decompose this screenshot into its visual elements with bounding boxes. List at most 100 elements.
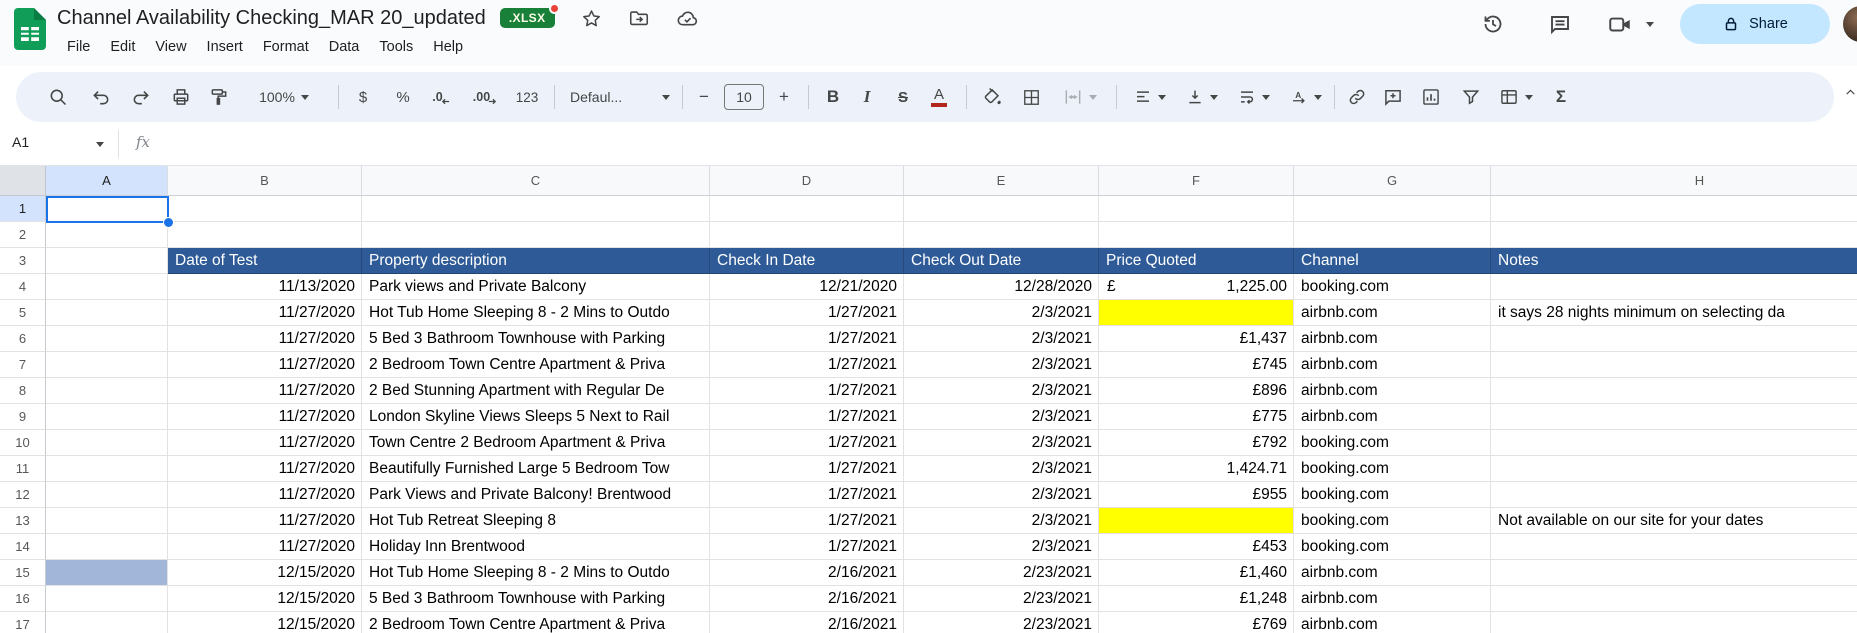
cell-F16[interactable]: £1,248 (1099, 586, 1294, 612)
cell-E15[interactable]: 2/23/2021 (904, 560, 1099, 586)
menu-format[interactable]: Format (253, 36, 319, 58)
row-header-8[interactable]: 8 (0, 378, 46, 404)
cell-E6[interactable]: 2/3/2021 (904, 326, 1099, 352)
cell-H16[interactable] (1491, 586, 1857, 612)
cell-C10[interactable]: Town Centre 2 Bedroom Apartment & Priva (362, 430, 710, 456)
cell-F5[interactable] (1099, 300, 1294, 326)
cell-B8[interactable]: 11/27/2020 (168, 378, 362, 404)
row-header-10[interactable]: 10 (0, 430, 46, 456)
cell-H8[interactable] (1491, 378, 1857, 404)
cell-A12[interactable] (46, 482, 168, 508)
format-percent-button[interactable]: % (388, 82, 418, 112)
cell-C1[interactable] (362, 196, 710, 222)
cell-F10[interactable]: £792 (1099, 430, 1294, 456)
cell-G13[interactable]: booking.com (1294, 508, 1491, 534)
cell-B16[interactable]: 12/15/2020 (168, 586, 362, 612)
column-header-B[interactable]: B (168, 166, 362, 196)
print-icon[interactable] (166, 82, 196, 112)
cell-G5[interactable]: airbnb.com (1294, 300, 1491, 326)
font-size-input[interactable]: 10 (722, 82, 766, 112)
cell-A17[interactable] (46, 612, 168, 633)
cell-F14[interactable]: £453 (1099, 534, 1294, 560)
share-button[interactable]: Share (1680, 4, 1830, 44)
cell-A8[interactable] (46, 378, 168, 404)
cell-H4[interactable] (1491, 274, 1857, 300)
sheets-logo-icon[interactable] (14, 8, 46, 50)
cell-D16[interactable]: 2/16/2021 (710, 586, 904, 612)
cell-E7[interactable]: 2/3/2021 (904, 352, 1099, 378)
cell-B14[interactable]: 11/27/2020 (168, 534, 362, 560)
name-box-caret-icon[interactable] (96, 142, 104, 147)
increase-font-size-button[interactable]: + (770, 82, 798, 112)
vertical-align-icon[interactable] (1178, 82, 1226, 112)
cell-C13[interactable]: Hot Tub Retreat Sleeping 8 (362, 508, 710, 534)
cell-G12[interactable]: booking.com (1294, 482, 1491, 508)
cell-A9[interactable] (46, 404, 168, 430)
menu-view[interactable]: View (145, 36, 196, 58)
cell-E3[interactable]: Check Out Date (904, 248, 1099, 274)
cell-G2[interactable] (1294, 222, 1491, 248)
search-icon[interactable] (43, 82, 73, 112)
cell-B3[interactable]: Date of Test (168, 248, 362, 274)
cell-G11[interactable]: booking.com (1294, 456, 1491, 482)
cell-E8[interactable]: 2/3/2021 (904, 378, 1099, 404)
cell-C9[interactable]: London Skyline Views Sleeps 5 Next to Ra… (362, 404, 710, 430)
menu-data[interactable]: Data (319, 36, 370, 58)
cell-D1[interactable] (710, 196, 904, 222)
cell-A5[interactable] (46, 300, 168, 326)
meet-dropdown-caret-icon[interactable] (1638, 4, 1662, 44)
row-header-3[interactable]: 3 (0, 248, 46, 274)
cell-F17[interactable]: £769 (1099, 612, 1294, 633)
row-header-12[interactable]: 12 (0, 482, 46, 508)
cell-E5[interactable]: 2/3/2021 (904, 300, 1099, 326)
cell-B2[interactable] (168, 222, 362, 248)
increase-decimal-button[interactable]: .00 (466, 82, 504, 112)
row-header-6[interactable]: 6 (0, 326, 46, 352)
cell-D8[interactable]: 1/27/2021 (710, 378, 904, 404)
cell-A2[interactable] (46, 222, 168, 248)
cell-D4[interactable]: 12/21/2020 (710, 274, 904, 300)
row-header-13[interactable]: 13 (0, 508, 46, 534)
cell-D2[interactable] (710, 222, 904, 248)
cell-B17[interactable]: 12/15/2020 (168, 612, 362, 633)
text-rotation-icon[interactable]: A (1282, 82, 1330, 112)
create-filter-icon[interactable] (1456, 82, 1486, 112)
cell-A11[interactable] (46, 456, 168, 482)
cell-F4[interactable]: £1,225.00 (1099, 274, 1294, 300)
cell-F6[interactable]: £1,437 (1099, 326, 1294, 352)
cell-F11[interactable]: 1,424.71 (1099, 456, 1294, 482)
cell-H14[interactable] (1491, 534, 1857, 560)
undo-icon[interactable] (86, 82, 116, 112)
cell-D17[interactable]: 2/16/2021 (710, 612, 904, 633)
row-header-11[interactable]: 11 (0, 456, 46, 482)
borders-icon[interactable] (1016, 82, 1046, 112)
cell-G7[interactable]: airbnb.com (1294, 352, 1491, 378)
cell-C17[interactable]: 2 Bedroom Town Centre Apartment & Priva (362, 612, 710, 633)
document-title[interactable]: Channel Availability Checking_MAR 20_upd… (57, 7, 486, 30)
cell-B4[interactable]: 11/13/2020 (168, 274, 362, 300)
menu-file[interactable]: File (57, 36, 100, 58)
cell-C12[interactable]: Park Views and Private Balcony! Brentwoo… (362, 482, 710, 508)
select-all-corner[interactable] (0, 166, 46, 196)
cell-E14[interactable]: 2/3/2021 (904, 534, 1099, 560)
row-header-17[interactable]: 17 (0, 612, 46, 633)
column-header-C[interactable]: C (362, 166, 710, 196)
cell-H13[interactable]: Not available on our site for your dates (1491, 508, 1857, 534)
cell-H10[interactable] (1491, 430, 1857, 456)
cell-D13[interactable]: 1/27/2021 (710, 508, 904, 534)
cell-H2[interactable] (1491, 222, 1857, 248)
cell-C14[interactable]: Holiday Inn Brentwood (362, 534, 710, 560)
cell-E11[interactable]: 2/3/2021 (904, 456, 1099, 482)
cell-G8[interactable]: airbnb.com (1294, 378, 1491, 404)
cell-D6[interactable]: 1/27/2021 (710, 326, 904, 352)
cell-B6[interactable]: 11/27/2020 (168, 326, 362, 352)
format-currency-button[interactable]: $ (348, 82, 378, 112)
cell-B11[interactable]: 11/27/2020 (168, 456, 362, 482)
row-header-7[interactable]: 7 (0, 352, 46, 378)
cell-E12[interactable]: 2/3/2021 (904, 482, 1099, 508)
cell-D14[interactable]: 1/27/2021 (710, 534, 904, 560)
cell-F13[interactable] (1099, 508, 1294, 534)
cell-F7[interactable]: £745 (1099, 352, 1294, 378)
cell-H15[interactable] (1491, 560, 1857, 586)
merge-cells-icon[interactable] (1054, 82, 1106, 112)
